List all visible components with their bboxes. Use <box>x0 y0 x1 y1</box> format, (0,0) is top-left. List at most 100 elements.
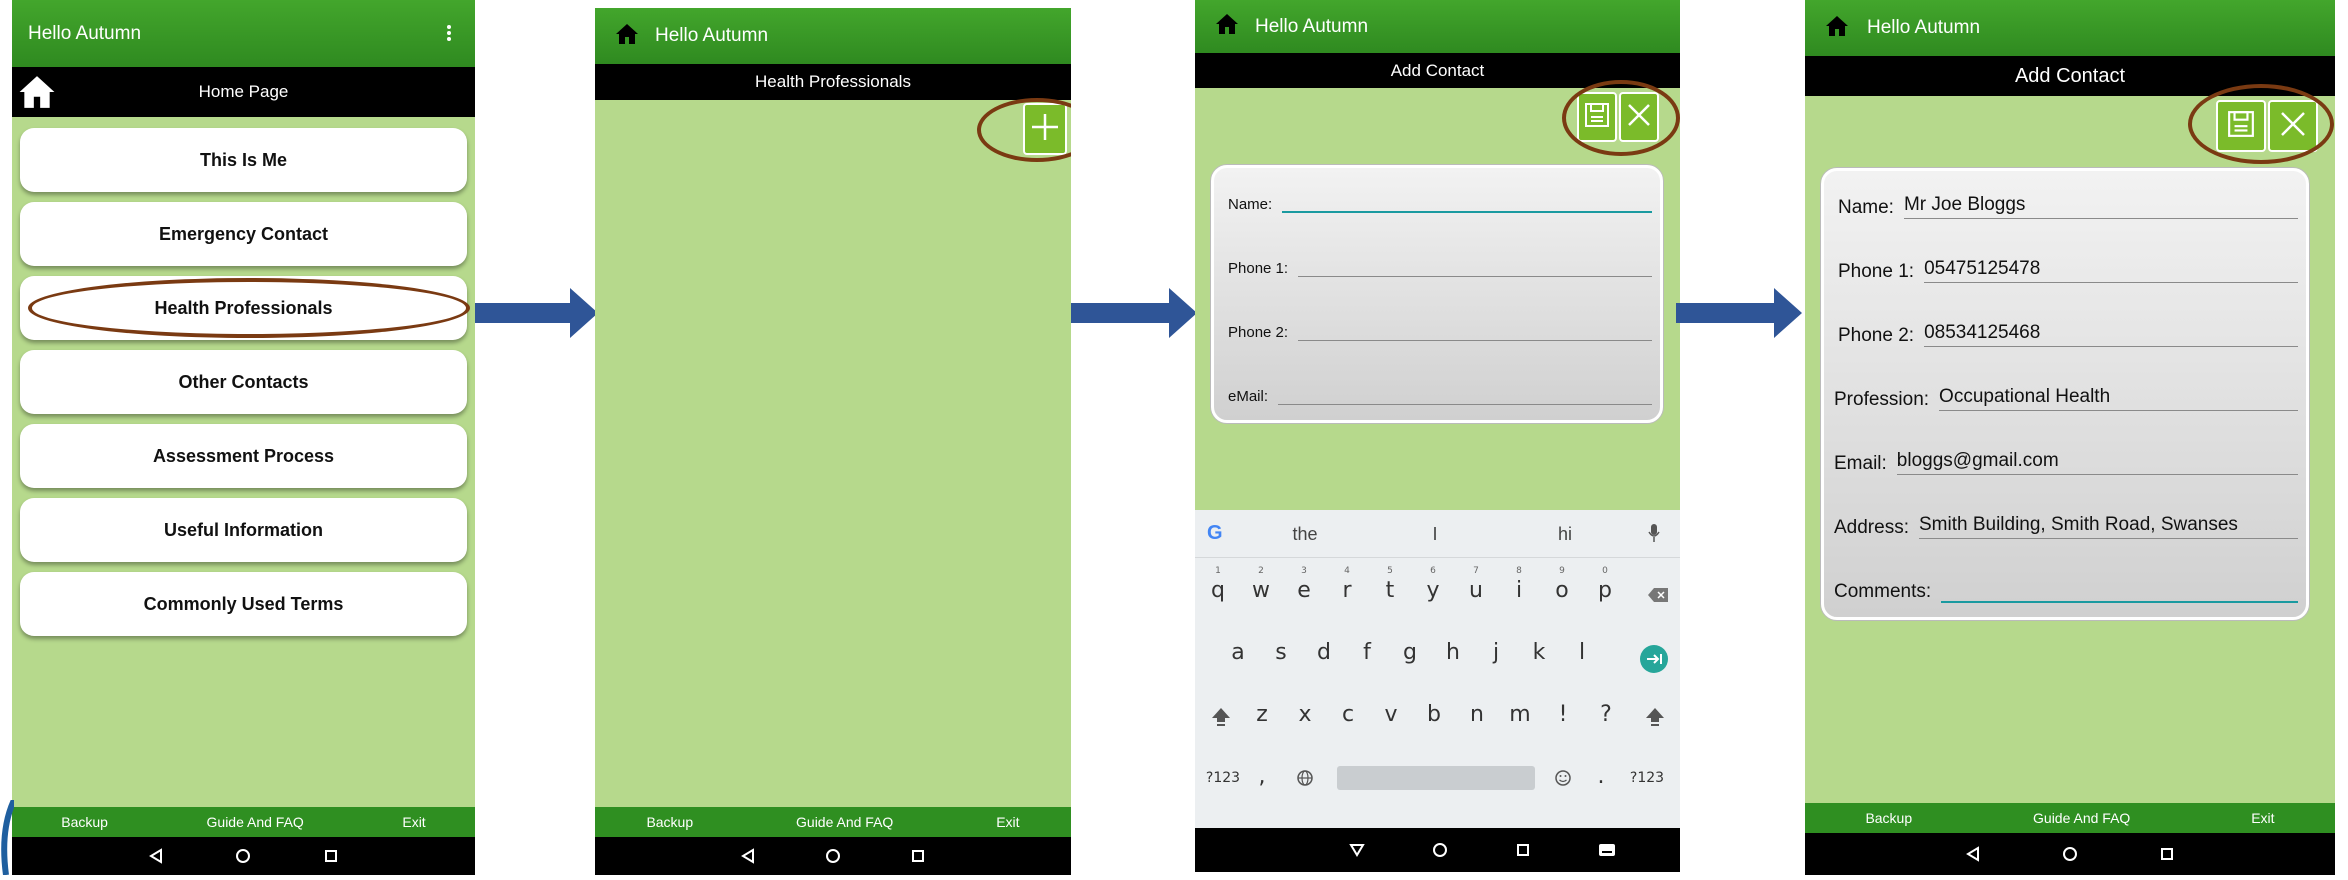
home-icon[interactable] <box>1215 12 1239 41</box>
home-icon[interactable] <box>1825 14 1849 43</box>
key-e[interactable]: e3 <box>1289 566 1319 603</box>
key-h[interactable]: h <box>1438 640 1468 665</box>
menu-commonly-used-terms-button[interactable]: Commonly Used Terms <box>20 572 467 636</box>
phone2-field[interactable]: Phone 2: <box>1228 311 1652 341</box>
key-b[interactable]: b <box>1419 702 1449 727</box>
key-q[interactable]: q1 <box>1203 566 1233 603</box>
menu-other-contacts-button[interactable]: Other Contacts <box>20 350 467 414</box>
phone1-field[interactable]: Phone 1: <box>1228 247 1652 277</box>
comma-key[interactable]: , <box>1247 764 1277 789</box>
home-circle-icon[interactable] <box>1432 842 1448 858</box>
key-r[interactable]: r4 <box>1332 566 1362 603</box>
phone2-field[interactable]: Phone 2: 08534125468 <box>1838 317 2298 347</box>
name-field[interactable]: Name: <box>1228 183 1652 213</box>
phone2-input[interactable]: 08534125468 <box>1924 322 2298 347</box>
phone1-field[interactable]: Phone 1: 05475125478 <box>1838 253 2298 283</box>
exit-link[interactable]: Exit <box>402 814 425 830</box>
key-k[interactable]: k <box>1524 640 1554 665</box>
menu-this-is-me-button[interactable]: This Is Me <box>20 128 467 192</box>
recents-icon[interactable] <box>910 848 926 864</box>
symbols-key[interactable]: ?123 <box>1203 770 1243 786</box>
email-field[interactable]: Email: bloggs@gmail.com <box>1834 445 2298 475</box>
key-f[interactable]: f <box>1352 640 1382 665</box>
suggestion-1[interactable]: the <box>1275 524 1335 545</box>
key-t[interactable]: t5 <box>1375 566 1405 603</box>
key-z[interactable]: z <box>1247 702 1277 727</box>
more-vert-icon[interactable] <box>447 24 451 42</box>
key-a[interactable]: a <box>1223 640 1253 665</box>
menu-assessment-process-button[interactable]: Assessment Process <box>20 424 467 488</box>
keyboard-switch-icon[interactable] <box>1598 843 1616 857</box>
name-input[interactable]: Mr Joe Bloggs <box>1903 194 2298 219</box>
back-icon[interactable] <box>740 848 756 864</box>
symbols-key-right[interactable]: ?123 <box>1625 770 1669 786</box>
back-icon[interactable] <box>148 848 164 864</box>
google-g-icon[interactable]: G <box>1207 522 1223 545</box>
backspace-icon[interactable] <box>1643 584 1673 609</box>
key-w[interactable]: w2 <box>1246 566 1276 603</box>
period-key[interactable]: . <box>1589 764 1613 789</box>
key-c[interactable]: c <box>1333 702 1363 727</box>
emoji-icon[interactable] <box>1551 768 1575 793</box>
exit-link[interactable]: Exit <box>996 814 1019 830</box>
home-icon[interactable] <box>615 22 639 51</box>
home-icon[interactable] <box>18 73 56 116</box>
phone2-input[interactable] <box>1298 321 1652 341</box>
key-p[interactable]: p0 <box>1590 566 1620 603</box>
address-field[interactable]: Address: Smith Building, Smith Road, Swa… <box>1834 509 2298 539</box>
back-icon[interactable] <box>1965 846 1981 862</box>
profession-input[interactable]: Occupational Health <box>1939 386 2298 411</box>
home-circle-icon[interactable] <box>2062 846 2078 862</box>
globe-icon[interactable] <box>1293 768 1317 793</box>
key-j[interactable]: j <box>1481 640 1511 665</box>
back-down-icon[interactable] <box>1348 842 1365 858</box>
key-d[interactable]: d <box>1309 640 1339 665</box>
phone1-input[interactable] <box>1298 257 1652 277</box>
comments-field[interactable]: Comments: <box>1834 573 2298 603</box>
key-x[interactable]: x <box>1290 702 1320 727</box>
suggestion-3[interactable]: hi <box>1535 524 1595 545</box>
guide-faq-link[interactable]: Guide And FAQ <box>207 814 304 830</box>
exit-link[interactable]: Exit <box>2251 810 2274 826</box>
mic-icon[interactable] <box>1648 524 1660 547</box>
key-n[interactable]: n <box>1462 702 1492 727</box>
key-l[interactable]: l <box>1567 640 1597 665</box>
recents-icon[interactable] <box>1515 842 1531 858</box>
email-input[interactable]: bloggs@gmail.com <box>1896 450 2298 475</box>
guide-faq-link[interactable]: Guide And FAQ <box>2033 810 2130 826</box>
phone1-input[interactable]: 05475125478 <box>1924 258 2298 283</box>
key-exclamation[interactable]: ! <box>1548 702 1578 727</box>
address-input[interactable]: Smith Building, Smith Road, Swanses <box>1918 514 2298 539</box>
space-bar[interactable] <box>1337 766 1535 790</box>
comments-input[interactable] <box>1941 577 2298 603</box>
key-v[interactable]: v <box>1376 702 1406 727</box>
key-question[interactable]: ? <box>1591 702 1621 727</box>
home-circle-icon[interactable] <box>825 848 841 864</box>
recents-icon[interactable] <box>323 848 339 864</box>
guide-faq-link[interactable]: Guide And FAQ <box>796 814 893 830</box>
home-circle-icon[interactable] <box>235 848 251 864</box>
key-o[interactable]: o9 <box>1547 566 1577 603</box>
suggestion-2[interactable]: I <box>1405 524 1465 545</box>
key-digit-hint: 9 <box>1559 566 1565 576</box>
shift-icon[interactable] <box>1209 706 1233 734</box>
name-field[interactable]: Name: Mr Joe Bloggs <box>1838 189 2298 219</box>
menu-useful-information-button[interactable]: Useful Information <box>20 498 467 562</box>
key-g[interactable]: g <box>1395 640 1425 665</box>
name-input[interactable] <box>1282 192 1652 213</box>
key-i[interactable]: i8 <box>1504 566 1534 603</box>
menu-emergency-contact-button[interactable]: Emergency Contact <box>20 202 467 266</box>
key-y[interactable]: y6 <box>1418 566 1448 603</box>
email-field[interactable]: eMail: <box>1228 375 1652 405</box>
next-field-icon[interactable] <box>1639 644 1669 679</box>
backup-link[interactable]: Backup <box>646 814 693 830</box>
recents-icon[interactable] <box>2159 846 2175 862</box>
profession-field[interactable]: Profession: Occupational Health <box>1834 381 2298 411</box>
key-s[interactable]: s <box>1266 640 1296 665</box>
backup-link[interactable]: Backup <box>1865 810 1912 826</box>
shift-icon-right[interactable] <box>1643 706 1667 734</box>
email-input[interactable] <box>1278 385 1652 405</box>
backup-link[interactable]: Backup <box>61 814 108 830</box>
key-u[interactable]: u7 <box>1461 566 1491 603</box>
key-m[interactable]: m <box>1505 702 1535 727</box>
